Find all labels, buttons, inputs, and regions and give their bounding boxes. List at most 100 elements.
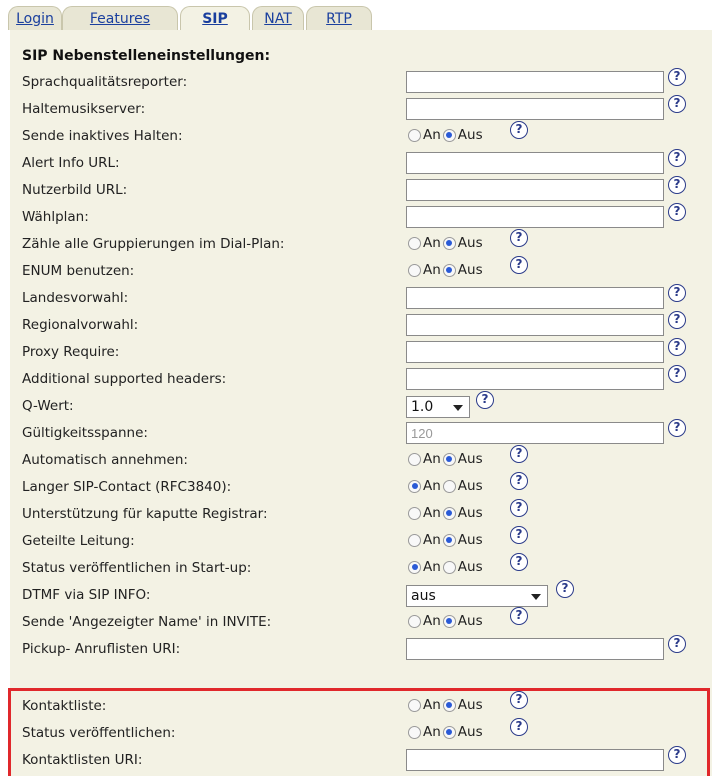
tab-features-link[interactable]: Features <box>90 11 150 27</box>
help-icon[interactable]: ? <box>510 553 528 571</box>
waehlplan-input[interactable] <box>406 206 664 228</box>
radio-aus[interactable] <box>442 128 456 142</box>
radio-aus[interactable] <box>442 479 456 493</box>
help-icon[interactable]: ? <box>668 203 686 221</box>
dtmf-select[interactable]: aus <box>406 585 548 607</box>
radio-group: An Aus <box>408 451 485 467</box>
haltemusikserver-input[interactable] <box>406 98 664 120</box>
help-icon[interactable]: ? <box>668 635 686 653</box>
radio-an[interactable] <box>408 452 421 466</box>
sprachqualitaetsreporter-input[interactable] <box>406 71 664 93</box>
row-label: Sende inaktives Halten: <box>22 128 183 144</box>
nutzerbild-url-input[interactable] <box>406 179 664 201</box>
row-q-wert: Q-Wert: 1.0 ? <box>10 391 712 418</box>
highlight-box <box>8 688 710 776</box>
row-label: Nutzerbild URL: <box>22 182 128 198</box>
row-dtmf-sip-info: DTMF via SIP INFO: aus ? <box>10 580 712 607</box>
radio-aus[interactable] <box>442 236 456 250</box>
row-label: Q-Wert: <box>22 398 74 414</box>
additional-headers-input[interactable] <box>406 368 664 390</box>
tab-sip-link[interactable]: SIP <box>202 11 228 27</box>
radio-an[interactable] <box>408 263 421 277</box>
help-icon[interactable]: ? <box>476 391 494 409</box>
tab-rtp-link[interactable]: RTP <box>326 11 352 27</box>
help-icon[interactable]: ? <box>668 95 686 113</box>
radio-aus[interactable] <box>442 452 456 466</box>
row-waehlplan: Wählplan: ? <box>10 203 712 228</box>
help-icon[interactable]: ? <box>510 526 528 544</box>
row-landesvorwahl: Landesvorwahl: ? <box>10 284 712 309</box>
help-icon[interactable]: ? <box>510 229 528 247</box>
help-icon[interactable]: ? <box>668 149 686 167</box>
row-label: Regionalvorwahl: <box>22 317 139 333</box>
row-langer-sip-contact: Langer SIP-Contact (RFC3840): An Aus ? <box>10 472 712 497</box>
radio-aus[interactable] <box>442 263 456 277</box>
row-alert-info-url: Alert Info URL: ? <box>10 149 712 174</box>
radio-an[interactable] <box>408 560 421 574</box>
tab-nat[interactable]: NAT <box>252 6 304 30</box>
pickup-uri-input[interactable] <box>406 638 664 660</box>
help-icon[interactable]: ? <box>510 607 528 625</box>
gueltigkeitsspanne-input[interactable] <box>406 422 664 444</box>
row-nutzerbild-url: Nutzerbild URL: ? <box>10 176 712 201</box>
regionalvorwahl-input[interactable] <box>406 314 664 336</box>
radio-group: An Aus <box>408 559 485 575</box>
radio-an-label: An <box>423 478 441 494</box>
row-label: Proxy Require: <box>22 344 120 360</box>
row-regionalvorwahl: Regionalvorwahl: ? <box>10 311 712 336</box>
tab-login[interactable]: Login <box>8 6 62 30</box>
tab-sip[interactable]: SIP <box>180 6 250 31</box>
row-sprachqualitaetsreporter: Sprachqualitätsreporter: ? <box>10 68 712 93</box>
radio-group: An Aus <box>408 532 485 548</box>
help-icon[interactable]: ? <box>668 338 686 356</box>
row-label: Langer SIP-Contact (RFC3840): <box>22 479 232 495</box>
row-label: Automatisch annehmen: <box>22 452 188 468</box>
help-icon[interactable]: ? <box>510 472 528 490</box>
tab-features[interactable]: Features <box>62 6 178 30</box>
alert-info-url-input[interactable] <box>406 152 664 174</box>
radio-aus[interactable] <box>442 533 456 547</box>
row-label: Landesvorwahl: <box>22 290 129 306</box>
help-icon[interactable]: ? <box>510 499 528 517</box>
help-icon[interactable]: ? <box>668 68 686 86</box>
radio-aus[interactable] <box>442 506 456 520</box>
help-icon[interactable]: ? <box>668 311 686 329</box>
row-label: Zähle alle Gruppierungen im Dial-Plan: <box>22 236 285 252</box>
radio-aus[interactable] <box>442 614 456 628</box>
tab-rtp[interactable]: RTP <box>306 6 372 30</box>
tab-nat-link[interactable]: NAT <box>264 11 292 27</box>
radio-an[interactable] <box>408 614 421 628</box>
radio-aus[interactable] <box>442 560 456 574</box>
radio-an[interactable] <box>408 533 421 547</box>
help-icon[interactable]: ? <box>668 419 686 437</box>
row-label: Gültigkeitsspanne: <box>22 425 148 441</box>
radio-aus-label: Aus <box>457 451 483 467</box>
proxy-require-input[interactable] <box>406 341 664 363</box>
radio-an-label: An <box>423 235 441 251</box>
radio-an-label: An <box>423 532 441 548</box>
help-icon[interactable]: ? <box>668 365 686 383</box>
help-icon[interactable]: ? <box>510 121 528 139</box>
row-additional-headers: Additional supported headers: ? <box>10 365 712 390</box>
help-icon[interactable]: ? <box>556 580 574 598</box>
radio-an[interactable] <box>408 506 421 520</box>
q-wert-value: 1.0 <box>411 399 434 415</box>
radio-an[interactable] <box>408 236 421 250</box>
q-wert-select[interactable]: 1.0 <box>406 396 470 418</box>
radio-aus-label: Aus <box>457 559 483 575</box>
row-angezeigter-name: Sende 'Angezeigter Name' in INVITE: An A… <box>10 607 712 632</box>
row-label: Sende 'Angezeigter Name' in INVITE: <box>22 614 272 630</box>
radio-group: An Aus <box>408 478 485 494</box>
tab-login-link[interactable]: Login <box>16 11 54 27</box>
help-icon[interactable]: ? <box>668 176 686 194</box>
help-icon[interactable]: ? <box>510 445 528 463</box>
radio-group: An Aus <box>408 127 485 143</box>
radio-an[interactable] <box>408 479 421 493</box>
row-label: Geteilte Leitung: <box>22 533 135 549</box>
help-icon[interactable]: ? <box>668 284 686 302</box>
row-gueltigkeitsspanne: Gültigkeitsspanne: ? <box>10 419 712 444</box>
landesvorwahl-input[interactable] <box>406 287 664 309</box>
row-automatisch-annehmen: Automatisch annehmen: An Aus ? <box>10 445 712 470</box>
radio-an[interactable] <box>408 128 421 142</box>
help-icon[interactable]: ? <box>510 256 528 274</box>
